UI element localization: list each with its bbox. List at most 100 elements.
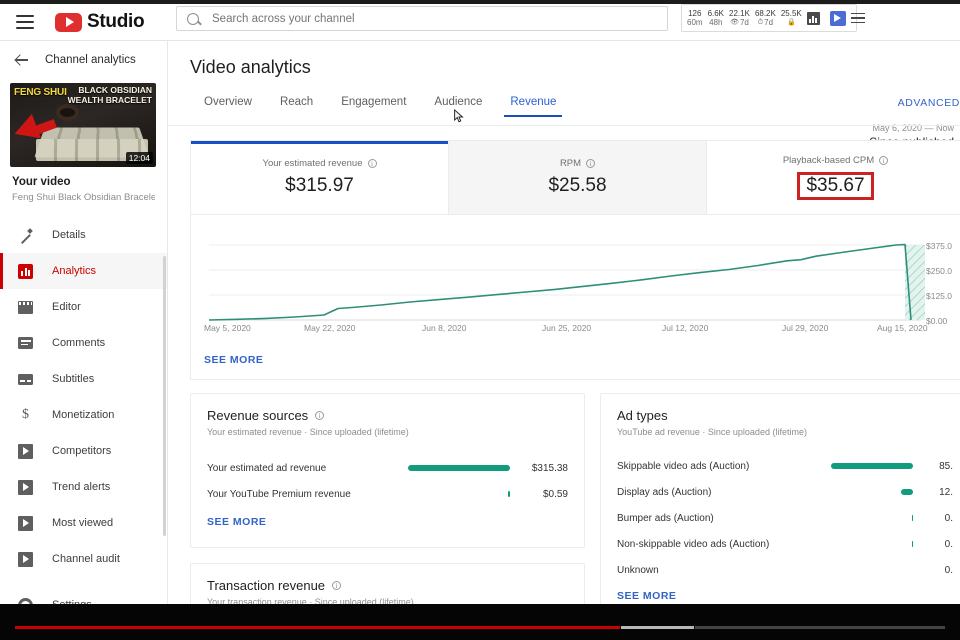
player-chapter-divider <box>693 626 695 629</box>
thumbnail-title-right: BLACK OBSIDIAN WEALTH BRACELET <box>67 85 152 105</box>
search-box[interactable] <box>176 6 668 31</box>
advanced-mode-link[interactable]: ADVANCED <box>898 97 960 109</box>
metric-value: $315.97 <box>285 175 354 196</box>
play-box-icon <box>16 478 35 497</box>
y-axis-tick: $250.0 <box>926 266 952 276</box>
ad-type-row[interactable]: Non-skippable video ads (Auction) 0. <box>617 531 960 557</box>
mouse-cursor-icon <box>454 108 464 123</box>
row-label: Your estimated ad revenue <box>207 462 327 474</box>
ad-type-row[interactable]: Skippable video ads (Auction) 85. <box>617 453 960 479</box>
video-player-bar <box>0 604 960 640</box>
search-input[interactable] <box>212 12 632 25</box>
nav-divider-gap <box>0 577 167 587</box>
stat-label: 🔒 <box>781 19 802 27</box>
info-icon[interactable]: i <box>879 156 889 165</box>
metric-card-rpm[interactable]: RPM i $25.58 <box>449 141 707 214</box>
row-label: Your YouTube Premium revenue <box>207 488 351 500</box>
tab-overview[interactable]: Overview <box>190 96 266 117</box>
sidebar-item-label: Trend alerts <box>52 481 111 493</box>
video-title: Feng Shui Black Obsidian Bracelet (... <box>12 192 155 203</box>
row-value: $315.38 <box>531 462 568 474</box>
info-icon[interactable]: i <box>332 581 342 590</box>
y-axis-tick: $0.00 <box>926 316 948 326</box>
row-bar <box>901 489 913 495</box>
row-bar-group: 0. <box>911 539 953 550</box>
sidebar-item-comments[interactable]: Comments <box>0 325 167 361</box>
ad-type-row[interactable]: Display ads (Auction) 12. <box>617 479 960 505</box>
ad-types-title: Ad types <box>617 408 668 423</box>
channel-analytics-back[interactable]: Channel analytics <box>0 41 167 79</box>
hamburger-icon[interactable] <box>16 15 34 29</box>
x-axis-tick: Jul 12, 2020 <box>662 323 709 333</box>
revenue-line <box>208 243 912 321</box>
metric-card-playback-cpm[interactable]: Playback-based CPM i $35.67 <box>707 141 960 214</box>
x-axis-tick: May 5, 2020 <box>204 323 251 333</box>
clock-icon: ⏱ <box>757 18 764 26</box>
youtube-studio-screen: Studio 126 60m 6.6K 48h 22.1K 👁7d 68.2K … <box>0 0 960 640</box>
metric-card-estimated-revenue[interactable]: Your estimated revenue i $315.97 <box>191 141 449 214</box>
card-title-text: Revenue sources <box>207 408 309 423</box>
x-axis-tick: May 22, 2020 <box>304 323 356 333</box>
bar-chart-icon[interactable] <box>806 11 820 25</box>
sidebar-item-monetization[interactable]: $ Monetization <box>0 397 167 433</box>
ad-types-see-more[interactable]: SEE MORE <box>617 590 676 602</box>
sidebar-item-analytics[interactable]: Analytics <box>0 253 167 289</box>
gear-icon <box>16 596 35 604</box>
row-value: 0. <box>944 512 953 524</box>
info-icon[interactable]: i <box>315 411 325 420</box>
y-axis-tick: $125.0 <box>926 291 952 301</box>
stat-item[interactable]: 68.2K ⏱ 7d <box>755 9 776 27</box>
tab-revenue[interactable]: Revenue <box>496 96 570 117</box>
sidebar-header-label: Channel analytics <box>45 54 136 66</box>
vidiq-stats-bar[interactable]: 126 60m 6.6K 48h 22.1K 👁 7d 68.2K ⏱ 7d 25.… <box>681 4 865 32</box>
metric-label: Your estimated revenue <box>262 158 363 169</box>
thumbnail-bracelet-art <box>56 104 79 121</box>
brand-name: Studio <box>87 11 145 32</box>
stat-label: ⏱ 7d <box>757 18 774 27</box>
youtube-logo-icon <box>55 12 82 32</box>
sidebar-scrollbar[interactable] <box>163 256 166 536</box>
sidebar-item-channel-audit[interactable]: Channel audit <box>0 541 167 577</box>
sidebar-item-editor[interactable]: Editor <box>0 289 167 325</box>
sidebar-item-details[interactable]: Details <box>0 217 167 253</box>
sidebar-item-most-viewed[interactable]: Most viewed <box>0 505 167 541</box>
page-title: Video analytics <box>190 57 311 77</box>
sidebar-item-subtitles[interactable]: Subtitles <box>0 361 167 397</box>
chart-see-more-link[interactable]: SEE MORE <box>204 354 263 366</box>
ad-type-row[interactable]: Unknown 0. <box>617 557 960 583</box>
metric-label-row: Playback-based CPM i <box>783 155 889 166</box>
tab-engagement[interactable]: Engagement <box>327 96 420 117</box>
info-icon[interactable]: i <box>586 159 596 168</box>
revenue-sources-see-more[interactable]: SEE MORE <box>207 516 266 528</box>
revenue-sources-subtitle: Your estimated revenue · Since uploaded … <box>207 427 409 437</box>
lock-icon: 🔒 <box>786 18 796 26</box>
sidebar-item-trend-alerts[interactable]: Trend alerts <box>0 469 167 505</box>
revenue-source-row[interactable]: Your estimated ad revenue $315.38 <box>207 455 568 481</box>
sidebar-item-competitors[interactable]: Competitors <box>0 433 167 469</box>
info-icon[interactable]: i <box>367 159 377 168</box>
tab-reach[interactable]: Reach <box>266 96 327 117</box>
analytics-tabs: Overview Reach Engagement Audience Reven… <box>190 96 570 117</box>
vidiq-extension-icon[interactable] <box>829 10 846 26</box>
row-label: Display ads (Auction) <box>617 486 712 498</box>
sidebar-item-label: Channel audit <box>52 553 120 565</box>
row-bar-group: 0. <box>911 512 953 524</box>
video-thumbnail[interactable]: FENG SHUI BLACK OBSIDIAN WEALTH BRACELET … <box>10 83 156 167</box>
row-value: 12. <box>939 486 953 498</box>
metric-value-highlighted: $35.67 <box>797 172 874 200</box>
sidebar-item-label: Monetization <box>52 409 115 421</box>
stat-item[interactable]: 6.6K 48h <box>708 9 724 27</box>
sidebar-item-label: Subtitles <box>52 373 95 385</box>
x-axis-tick: Jun 8, 2020 <box>422 323 467 333</box>
player-progress-bar[interactable] <box>15 626 945 629</box>
sidebar-item-settings[interactable]: Settings <box>0 587 167 604</box>
ad-type-row[interactable]: Bumper ads (Auction) 0. <box>617 505 960 531</box>
play-box-icon <box>16 442 35 461</box>
stat-item[interactable]: 126 60m <box>687 9 703 27</box>
stat-item[interactable]: 22.1K 👁 7d <box>729 9 750 27</box>
studio-brand[interactable]: Studio <box>55 11 145 33</box>
revenue-source-row[interactable]: Your YouTube Premium revenue $0.59 <box>207 481 568 507</box>
x-axis-tick: Jul 29, 2020 <box>782 323 829 333</box>
stat-item[interactable]: 25.5K 🔒 <box>781 9 802 26</box>
list-menu-icon[interactable] <box>850 12 865 24</box>
